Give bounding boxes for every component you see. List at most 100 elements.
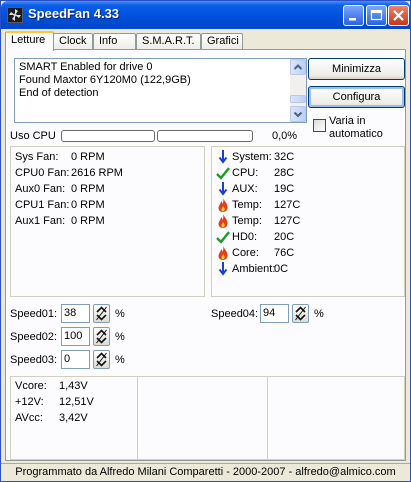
speed01-unit: % — [115, 308, 125, 320]
voltage-name: Vcore: — [15, 380, 47, 392]
log-scrollbar[interactable] — [290, 59, 306, 122]
temp-value: 20C — [274, 231, 295, 243]
status-bar: Programmato da Alfredo Milani Comparetti… — [1, 463, 410, 481]
speed03-input[interactable]: 0 — [61, 350, 90, 369]
temp-value: 19C — [274, 183, 295, 195]
cpu-usage-bar-2 — [157, 130, 253, 142]
voltage-value: 1,43V — [59, 380, 88, 392]
voltage-name: AVcc: — [15, 412, 43, 424]
readings-panel: SMART Enabled for drive 0 Found Maxtor 6… — [5, 49, 406, 461]
minimize-button[interactable]: Minimizza — [308, 58, 405, 80]
voltages-group: Vcore: 1,43V +12V: 12,51V AVcc: 3,42V — [10, 376, 405, 460]
speed04-unit: % — [314, 308, 324, 320]
auto-vary-label-2: automatico — [329, 128, 383, 140]
window-title: SpeedFan 4.33 — [28, 6, 120, 21]
speed01-stepper[interactable] — [93, 304, 110, 323]
speed03-label: Speed03: — [10, 354, 58, 366]
fan-row: Aux0 Fan: 0 RPM — [15, 183, 105, 195]
voltage-name: +12V: — [15, 396, 44, 408]
speed02-input[interactable]: 100 — [61, 327, 90, 346]
voltage-column-divider — [137, 377, 138, 459]
temp-name: System: — [232, 151, 272, 163]
voltage-value: 3,42V — [59, 412, 88, 424]
log-line: Found Maxtor 6Y120M0 (122,9GB) — [19, 74, 191, 86]
voltage-row: Vcore: 1,43V — [15, 380, 88, 392]
auto-vary-checkbox[interactable] — [313, 119, 326, 132]
cpu-usage-bar-1 — [61, 130, 155, 142]
speed04-label: Speed04: — [211, 308, 259, 320]
fan-name: CPU1 Fan: — [15, 199, 70, 211]
voltage-row: +12V: 12,51V — [15, 396, 94, 408]
check-icon — [216, 165, 230, 181]
arrow-down-icon — [216, 181, 230, 197]
fan-name: Sys Fan: — [15, 151, 59, 163]
fan-value: 2616 RPM — [71, 167, 123, 179]
temp-name: Temp: — [232, 199, 262, 211]
tab-grafici[interactable]: Grafici — [201, 33, 243, 50]
voltage-row: AVcc: 3,42V — [15, 412, 88, 424]
tab-smart[interactable]: S.M.A.R.T. — [136, 33, 201, 50]
temperatures-group: System: 32C CPU: 28C AUX: 19C Temp: 127C Tem… — [211, 146, 405, 297]
check-icon — [216, 229, 230, 245]
scroll-up-button[interactable] — [290, 59, 306, 75]
fan-speeds-group: Sys Fan: 0 RPM CPU0 Fan: 2616 RPM Aux0 Fan… — [10, 146, 205, 297]
fan-row: CPU1 Fan: 0 RPM — [15, 199, 105, 211]
log-line: End of detection — [19, 87, 99, 99]
title-bar[interactable]: SpeedFan 4.33 — [1, 1, 410, 29]
tab-letture[interactable]: Letture — [5, 31, 54, 51]
voltage-column-divider — [267, 377, 268, 459]
voltage-value: 12,51V — [59, 396, 94, 408]
temp-value: 127C — [274, 215, 301, 227]
temp-name: AUX: — [232, 183, 258, 195]
tab-clock[interactable]: Clock — [53, 33, 93, 50]
speed02-label: Speed02: — [10, 331, 58, 343]
maximize-window-button[interactable] — [366, 5, 387, 26]
cpu-usage-value: 0,0% — [272, 130, 298, 142]
fan-name: Aux0 Fan: — [15, 183, 66, 195]
temp-value: 76C — [274, 247, 295, 259]
speed01-label: Speed01: — [10, 308, 58, 320]
temp-name: HD0: — [232, 231, 258, 243]
temp-name: Temp: — [232, 215, 262, 227]
close-window-button[interactable] — [388, 5, 409, 26]
speedfan-app-icon[interactable] — [7, 7, 23, 23]
fan-value: 0 RPM — [71, 183, 105, 195]
arrow-down-icon — [216, 149, 230, 165]
temp-name: CPU: — [232, 167, 259, 179]
temp-value: 127C — [274, 199, 301, 211]
cpu-usage-label: Uso CPU — [10, 130, 56, 142]
minimize-window-button[interactable] — [343, 5, 364, 26]
fan-value: 0 RPM — [71, 199, 105, 211]
log-line: SMART Enabled for drive 0 — [19, 61, 153, 73]
speed03-unit: % — [115, 354, 125, 366]
fan-value: 0 RPM — [71, 151, 105, 163]
temp-name: Ambient: — [232, 263, 276, 275]
fan-name: CPU0 Fan: — [15, 167, 70, 179]
temp-value: 0C — [274, 263, 289, 275]
speed02-unit: % — [115, 331, 125, 343]
temp-value: 28C — [274, 167, 295, 179]
fan-value: 0 RPM — [71, 215, 105, 227]
temp-value: 32C — [274, 151, 295, 163]
scroll-thumb[interactable] — [290, 95, 306, 103]
fan-row: Sys Fan: 0 RPM — [15, 151, 105, 163]
flame-icon — [216, 197, 230, 213]
flame-icon — [216, 213, 230, 229]
auto-vary-label: Varia in — [329, 115, 366, 127]
configure-button[interactable]: Configura — [308, 86, 405, 108]
tab-info[interactable]: Info — [93, 33, 136, 50]
speed03-stepper[interactable] — [93, 350, 110, 369]
detection-log[interactable]: SMART Enabled for drive 0 Found Maxtor 6… — [14, 58, 307, 123]
flame-icon — [216, 245, 230, 261]
temp-name: Core: — [232, 247, 259, 259]
speed01-input[interactable]: 38 — [61, 304, 90, 323]
speed04-input[interactable]: 94 — [260, 304, 289, 323]
speedfan-window: SpeedFan 4.33 Letture Clock Info S.M.A.R… — [0, 0, 411, 482]
scroll-down-button[interactable] — [290, 106, 306, 122]
arrow-down-icon — [216, 261, 230, 277]
fan-name: Aux1 Fan: — [15, 215, 66, 227]
speed04-stepper[interactable] — [292, 304, 309, 323]
speed02-stepper[interactable] — [93, 327, 110, 346]
fan-row: Aux1 Fan: 0 RPM — [15, 215, 105, 227]
fan-row: CPU0 Fan: 2616 RPM — [15, 167, 123, 179]
